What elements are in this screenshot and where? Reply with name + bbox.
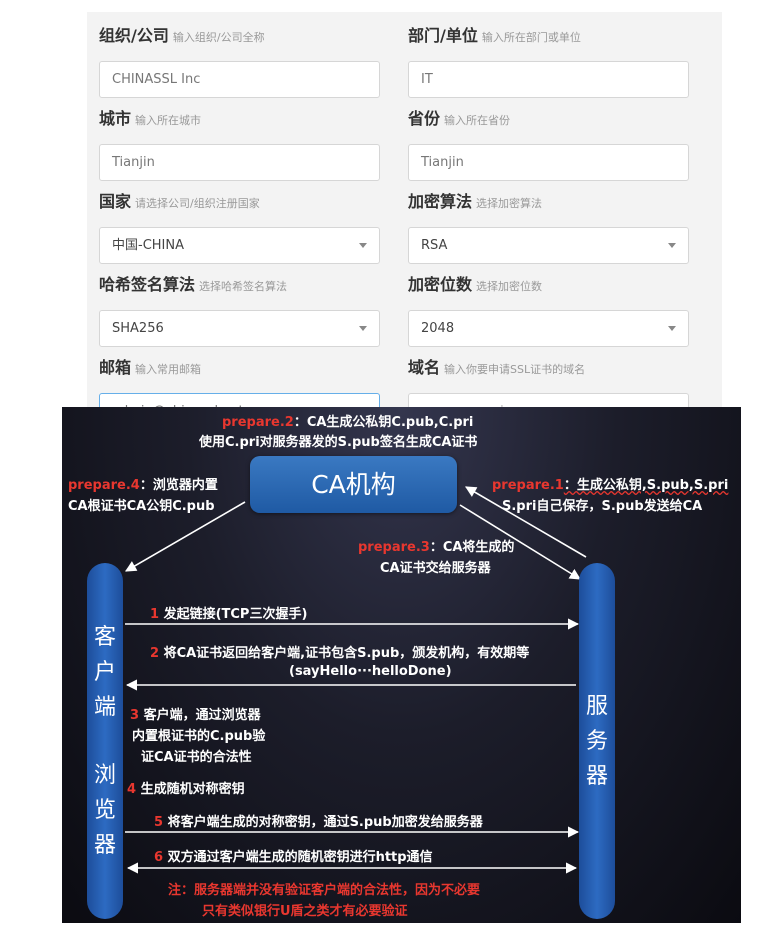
server-char: 务: [585, 729, 608, 754]
prepare2-line1: prepare.2：CA生成公私钥C.pub,C.pri: [222, 415, 474, 430]
step-5-label: 5 将客户端生成的对称密钥，通过S.pub加密发给服务器: [154, 815, 483, 830]
email-label: 邮箱 输入常用邮箱: [99, 358, 202, 377]
country-label: 国家 请选择公司/组织注册国家: [99, 192, 260, 211]
algorithm-select[interactable]: RSA: [408, 227, 689, 264]
prepare3-line2: CA证书交给服务器: [380, 561, 491, 576]
hash-select[interactable]: SHA256: [99, 310, 380, 347]
province-input[interactable]: Tianjin: [408, 144, 689, 181]
chevron-down-icon: [359, 326, 367, 331]
province-field: 省份 输入所在省份 Tianjin: [408, 106, 689, 181]
dept-input[interactable]: IT: [408, 61, 689, 98]
city-field: 城市 输入所在城市 Tianjin: [99, 106, 380, 181]
domain-label: 域名 输入你要申请SSL证书的域名: [408, 358, 586, 377]
chevron-down-icon: [668, 243, 676, 248]
client-pillar: [87, 563, 123, 919]
note-line1: 注：服务器端并没有验证客户端的合法性，因为不必要: [168, 883, 481, 898]
certificate-form: 组织/公司 输入组织/公司全称 CHINASSL Inc 部门/单位 输入所在部门或…: [87, 12, 722, 407]
algorithm-label: 加密算法 选择加密算法: [408, 192, 543, 211]
prepare3-line1: prepare.3：CA将生成的: [358, 540, 515, 555]
domain-input[interactable]: www.example.com: [408, 393, 689, 407]
bits-select[interactable]: 2048: [408, 310, 689, 347]
ca-authority-box: CA机构: [250, 456, 457, 513]
bits-label: 加密位数 选择加密位数: [408, 275, 543, 294]
step-1-label: 1 发起链接(TCP三次握手): [150, 607, 308, 622]
org-field: 组织/公司 输入组织/公司全称 CHINASSL Inc: [99, 23, 380, 98]
prepare4-line2: CA根证书CA公钥C.pub: [68, 499, 215, 514]
https-handshake-diagram: prepare.2：CA生成公私钥C.pub,C.pri 使用C.pri对服务器…: [62, 407, 741, 923]
chevron-down-icon: [668, 326, 676, 331]
domain-field: 域名输入你要申请SSL证书的域名 www.example.com: [408, 355, 689, 407]
country-select[interactable]: 中国-CHINA: [99, 227, 380, 264]
step-3-label: 3 客户端，通过浏览器: [130, 708, 261, 723]
client-char: 客: [93, 625, 116, 650]
server-char: 器: [585, 764, 608, 789]
city-input[interactable]: Tianjin: [99, 144, 380, 181]
client-char: 端: [93, 695, 116, 720]
note-line2: 只有类似银行U盾之类才有必要验证: [202, 904, 408, 919]
prepare4-line1: prepare.4：浏览器内置: [68, 478, 218, 493]
email-input[interactable]: admin@chinassl.net: [99, 393, 380, 407]
hash-label: 哈希签名算法 选择哈希签名算法: [99, 275, 288, 294]
chevron-down-icon: [359, 243, 367, 248]
province-label: 省份 输入所在省份: [408, 109, 511, 128]
country-field: 国家 请选择公司/组织注册国家 中国-CHINA: [99, 189, 380, 264]
browser-char: 浏: [93, 763, 116, 788]
client-char: 户: [93, 660, 116, 685]
step-2-label: 2 将CA证书返回给客户端,证书包含S.pub，颁发机构，有效期等: [150, 646, 530, 661]
browser-char: 览: [93, 798, 116, 823]
step-3-line2: 内置根证书的C.pub验: [132, 729, 266, 744]
prepare2-line2: 使用C.pri对服务器发的S.pub签名生成CA证书: [199, 435, 478, 450]
org-label: 组织/公司 输入组织/公司全称: [99, 26, 265, 45]
dept-field: 部门/单位 输入所在部门或单位 IT: [408, 23, 689, 98]
step-3-line3: 证CA证书的合法性: [141, 750, 252, 765]
step-6-label: 6 双方通过客户端生成的随机密钥进行http通信: [154, 850, 433, 865]
org-input[interactable]: CHINASSL Inc: [99, 61, 380, 98]
hash-field: 哈希签名算法 选择哈希签名算法 SHA256: [99, 272, 380, 347]
algorithm-field: 加密算法 选择加密算法 RSA: [408, 189, 689, 264]
prepare1-line1: prepare.1：生成公私钥,S.pub,S.pri: [492, 478, 729, 493]
email-field: 邮箱输入常用邮箱 admin@chinassl.net: [99, 355, 380, 407]
server-char: 服: [585, 694, 608, 719]
dept-label: 部门/单位 输入所在部门或单位: [408, 26, 581, 45]
browser-char: 器: [93, 833, 116, 858]
step-4-label: 4 生成随机对称密钥: [127, 782, 245, 797]
bits-field: 加密位数 选择加密位数 2048: [408, 272, 689, 347]
prepare1-line2: S.pri自己保存，S.pub发送给CA: [502, 499, 703, 514]
step-2-sub-label: (sayHello···helloDone): [289, 664, 452, 679]
city-label: 城市 输入所在城市: [99, 109, 202, 128]
